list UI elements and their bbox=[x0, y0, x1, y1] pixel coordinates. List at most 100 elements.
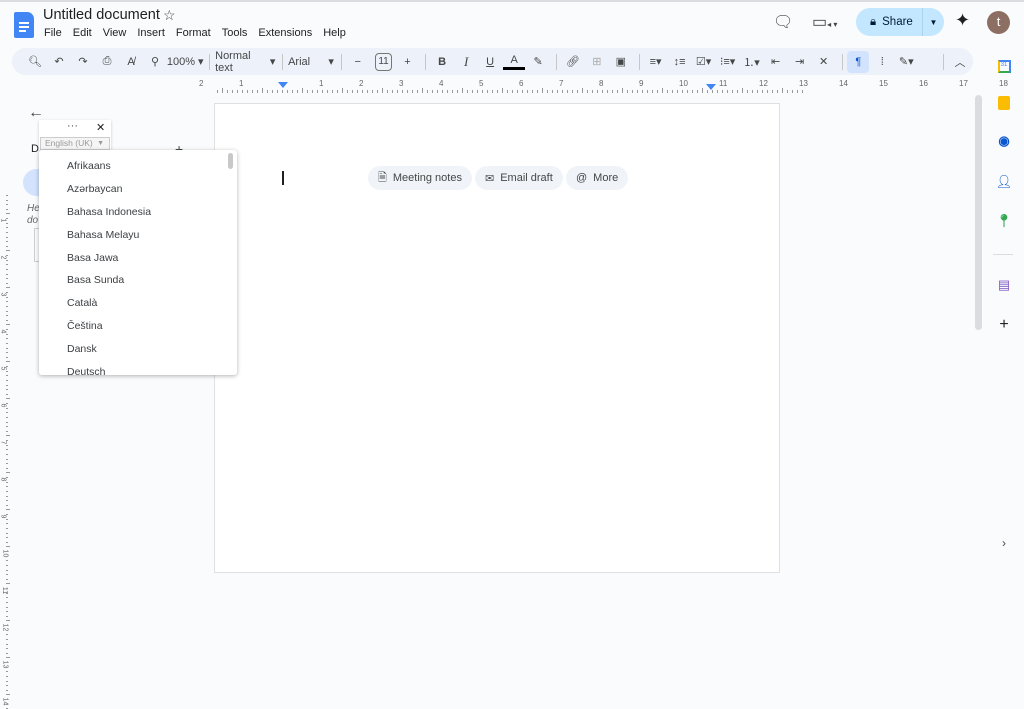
ruler-tick bbox=[522, 90, 523, 93]
language-option[interactable]: Azərbaycan bbox=[39, 178, 237, 201]
horizontal-ruler[interactable]: 2 1 1 2 3 4 5 6 7 8 9 10 11 12 13 14 15 16 17 18 bbox=[199, 79, 1008, 93]
divider bbox=[282, 53, 284, 70]
gemini-icon[interactable]: ✦ bbox=[955, 10, 970, 31]
dropdown-scrollbar[interactable] bbox=[228, 153, 233, 169]
comments-icon[interactable]: 🗨 bbox=[773, 12, 793, 32]
vertical-ruler[interactable]: 1 2 3 4 5 6 7 8 9 10 11 12 13 14 bbox=[0, 95, 11, 709]
align-icon[interactable]: ≡▾ bbox=[645, 51, 667, 73]
redo-icon[interactable]: ↷ bbox=[72, 51, 94, 73]
ruler-label: 7 bbox=[559, 79, 564, 88]
add-comment-icon[interactable]: ⊞ bbox=[586, 51, 608, 73]
language-option[interactable]: Dansk bbox=[39, 337, 237, 360]
editing-mode-icon[interactable]: ✎▾ bbox=[895, 51, 917, 73]
bold-icon[interactable]: B bbox=[431, 51, 453, 73]
expand-side-panel-icon[interactable]: › bbox=[986, 536, 1022, 550]
ruler-tick bbox=[492, 90, 493, 93]
menu-edit[interactable]: Edit bbox=[73, 27, 92, 39]
contacts-icon[interactable]: 👤︎ bbox=[986, 174, 1022, 190]
share-button[interactable]: 🔒︎ Share ▼ bbox=[856, 8, 944, 36]
ruler-tick bbox=[387, 90, 388, 93]
print-icon[interactable]: ⎙ bbox=[96, 51, 118, 73]
clear-formatting-icon[interactable]: ✕ bbox=[813, 51, 835, 73]
spacing-icon[interactable]: ⁞ bbox=[871, 51, 893, 73]
checklist-icon[interactable]: ☑▾ bbox=[693, 51, 715, 73]
ruler-tick bbox=[382, 88, 383, 93]
right-indent-marker[interactable] bbox=[706, 84, 716, 90]
language-option[interactable]: Basa Sunda bbox=[39, 269, 237, 292]
vruler-tick bbox=[6, 245, 8, 247]
vruler-tick bbox=[6, 537, 8, 539]
docs-logo-icon[interactable] bbox=[14, 12, 34, 38]
menu-extensions[interactable]: Extensions bbox=[258, 27, 312, 39]
document-title[interactable]: Untitled document bbox=[43, 7, 160, 23]
divider bbox=[556, 53, 557, 70]
addon-icon[interactable]: ▤ bbox=[986, 277, 1022, 293]
left-indent-marker[interactable] bbox=[278, 82, 288, 88]
more-options-icon[interactable]: ··· bbox=[67, 120, 78, 132]
line-spacing-icon[interactable]: ↕≡ bbox=[669, 51, 691, 73]
meet-icon[interactable]: ▭◂ ▾ bbox=[812, 12, 837, 32]
style-select[interactable]: Normal text ▾ bbox=[215, 50, 275, 74]
tasks-icon[interactable]: ◉ bbox=[986, 133, 1022, 149]
bullet-list-icon[interactable]: ⁝≡▾ bbox=[717, 51, 739, 73]
meeting-notes-chip[interactable]: 🗎 Meeting notes bbox=[368, 166, 472, 190]
menu-file[interactable]: File bbox=[44, 27, 62, 39]
menu-format[interactable]: Format bbox=[176, 27, 211, 39]
vruler-tick bbox=[6, 449, 8, 451]
document-icon: 🗎 bbox=[378, 171, 387, 184]
ruler-tick bbox=[562, 90, 563, 93]
avatar[interactable]: t bbox=[987, 11, 1010, 34]
top-border bbox=[0, 0, 1024, 2]
email-draft-chip[interactable]: ✉ Email draft bbox=[475, 166, 563, 190]
undo-icon[interactable]: ↶ bbox=[48, 51, 70, 73]
menu-insert[interactable]: Insert bbox=[137, 27, 165, 39]
language-option[interactable]: Català bbox=[39, 292, 237, 315]
get-addons-icon[interactable]: + bbox=[986, 316, 1022, 334]
italic-icon[interactable]: I bbox=[455, 51, 477, 73]
menu-tools[interactable]: Tools bbox=[222, 27, 248, 39]
text-direction-icon[interactable]: ¶ bbox=[847, 50, 870, 73]
paint-format-icon[interactable]: ⚲ bbox=[144, 51, 166, 73]
language-option[interactable]: Bahasa Melayu bbox=[39, 223, 237, 246]
spellcheck-icon[interactable]: A̸ bbox=[120, 51, 142, 73]
keep-icon[interactable] bbox=[986, 96, 1022, 113]
font-select[interactable]: Arial ▾ bbox=[288, 51, 334, 73]
highlight-icon[interactable]: ✎ bbox=[527, 51, 549, 73]
vertical-scrollbar[interactable] bbox=[975, 95, 982, 330]
font-size-input[interactable]: 11 bbox=[374, 52, 393, 71]
maps-icon[interactable]: 📍︎ bbox=[986, 213, 1022, 229]
ruler-tick bbox=[447, 90, 448, 93]
text-color-icon[interactable]: A bbox=[503, 54, 526, 70]
language-select[interactable]: English (UK) ▼ bbox=[40, 137, 110, 150]
vruler-tick bbox=[6, 648, 8, 650]
share-label: Share bbox=[882, 16, 913, 28]
close-icon[interactable]: ✕ bbox=[96, 121, 105, 134]
increase-font-size-icon[interactable]: + bbox=[396, 51, 418, 73]
ruler-tick bbox=[472, 90, 473, 93]
language-option[interactable]: Bahasa Indonesia bbox=[39, 201, 237, 224]
language-option[interactable]: Deutsch bbox=[39, 360, 237, 375]
underline-icon[interactable]: U bbox=[479, 51, 501, 73]
increase-indent-icon[interactable]: ⇥ bbox=[789, 51, 811, 73]
language-option[interactable]: Čeština bbox=[39, 315, 237, 338]
more-chip[interactable]: @ More bbox=[566, 166, 629, 190]
share-dropdown-icon[interactable]: ▼ bbox=[923, 18, 944, 27]
ruler-tick bbox=[597, 90, 598, 93]
image-icon[interactable]: ▣ bbox=[610, 51, 632, 73]
language-option[interactable]: Basa Jawa bbox=[39, 246, 237, 269]
star-icon[interactable]: ☆ bbox=[163, 7, 176, 24]
link-icon[interactable]: 🔗︎ bbox=[562, 51, 584, 73]
ruler-tick bbox=[392, 90, 393, 93]
language-option[interactable]: Afrikaans bbox=[39, 155, 237, 178]
decrease-font-size-icon[interactable]: − bbox=[347, 51, 369, 73]
menu-view[interactable]: View bbox=[103, 27, 127, 39]
calendar-icon[interactable]: 31 bbox=[986, 54, 1022, 73]
numbered-list-icon[interactable]: ⒈▾ bbox=[741, 51, 763, 73]
collapse-toolbar-icon[interactable]: ︿ bbox=[949, 51, 971, 73]
vruler-tick bbox=[6, 629, 8, 631]
decrease-indent-icon[interactable]: ⇤ bbox=[765, 51, 787, 73]
menu-help[interactable]: Help bbox=[323, 27, 346, 39]
search-icon[interactable]: 🔍︎ bbox=[24, 51, 46, 73]
zoom-select[interactable]: 100% ▾ bbox=[167, 51, 204, 73]
vruler-tick bbox=[6, 699, 8, 700]
